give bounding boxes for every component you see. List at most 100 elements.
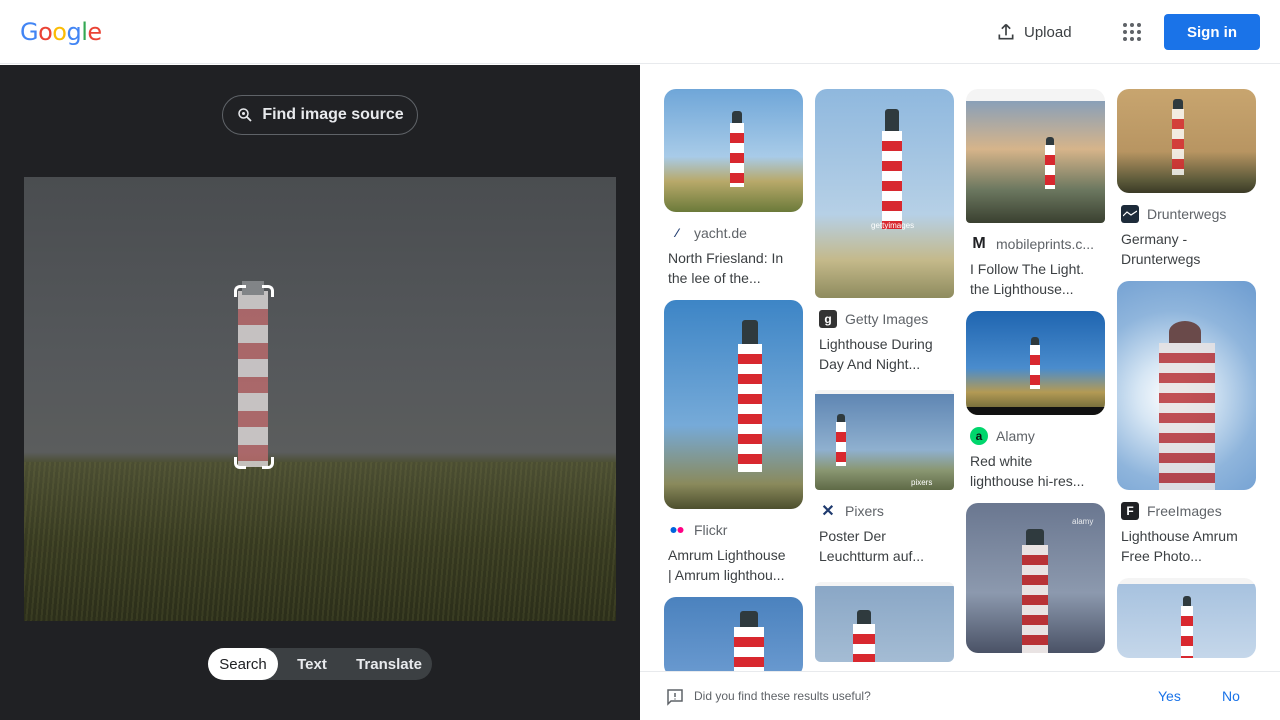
logo-letter: G <box>20 18 39 46</box>
crop-handle-top-left[interactable] <box>234 285 246 297</box>
result-thumbnail[interactable] <box>966 311 1105 415</box>
source-name: Pixers <box>845 503 884 519</box>
crop-handle-top-right[interactable] <box>262 285 274 297</box>
query-image[interactable] <box>24 177 616 621</box>
title-line: Germany - <box>1121 231 1188 247</box>
result-card[interactable]: gettyimages g Getty Images Lighthouse Du… <box>815 89 954 374</box>
title-line: the lee of the... <box>668 270 761 286</box>
source-name: Getty Images <box>845 311 929 327</box>
tab-text[interactable]: Text <box>278 648 346 680</box>
apps-grid-icon <box>1123 23 1141 41</box>
pixers-icon: ✕ <box>821 503 835 520</box>
result-card[interactable]: a Alamy Red white lighthouse hi-res... <box>966 311 1105 491</box>
result-source: ⁄ yacht.de <box>664 224 803 242</box>
source-name: Alamy <box>996 428 1035 444</box>
result-title[interactable]: Lighthouse Amrum Free Photo... <box>1117 526 1256 566</box>
result-thumbnail[interactable] <box>664 89 803 212</box>
result-card[interactable] <box>1117 578 1256 658</box>
drunterwegs-icon <box>1121 205 1139 223</box>
title-line: Drunterwegs <box>1121 251 1201 267</box>
result-thumbnail[interactable] <box>966 89 1105 223</box>
result-thumbnail[interactable] <box>815 582 954 662</box>
results-panel: ⁄ yacht.de North Friesland: In the lee o… <box>640 65 1280 671</box>
yacht-icon: ⁄ <box>675 226 678 240</box>
result-thumbnail[interactable] <box>1117 89 1256 193</box>
tab-search[interactable]: Search <box>208 648 278 680</box>
sign-in-button[interactable]: Sign in <box>1164 14 1260 50</box>
watermark: pixers <box>911 478 933 487</box>
result-card[interactable]: F FreeImages Lighthouse Amrum Free Photo… <box>1117 281 1256 566</box>
result-source: M mobileprints.c... <box>966 235 1105 253</box>
result-source: F FreeImages <box>1117 502 1256 520</box>
results-column: M mobileprints.c... I Follow The Light. … <box>966 89 1105 665</box>
alamy-icon: a <box>970 427 988 445</box>
getty-icon: g <box>819 310 837 328</box>
freeimages-icon: F <box>1121 502 1139 520</box>
lens-mode-tabs: Search Text Translate <box>208 648 432 680</box>
title-line: the Lighthouse... <box>970 281 1074 297</box>
result-card[interactable]: Flickr Amrum Lighthouse | Amrum lighthou… <box>664 300 803 585</box>
logo-letter: o <box>52 18 67 46</box>
lens-panel: Find image source Search Text Translate <box>0 65 640 720</box>
feedback-question: Did you find these results useful? <box>694 689 871 703</box>
selected-lighthouse <box>238 281 268 467</box>
result-card[interactable]: pixers ✕ Pixers Poster Der Leuchtturm au… <box>815 390 954 566</box>
result-card[interactable]: Drunterwegs Germany - Drunterwegs <box>1117 89 1256 269</box>
result-title[interactable]: Lighthouse During Day And Night... <box>815 334 954 374</box>
result-thumbnail[interactable] <box>664 597 803 671</box>
source-name: yacht.de <box>694 225 747 241</box>
source-name: Flickr <box>694 522 728 538</box>
apps-button[interactable] <box>1116 16 1148 48</box>
title-line: Amrum Lighthouse <box>668 547 786 563</box>
title-line: Leuchtturm auf... <box>819 548 925 564</box>
result-title[interactable]: Red white lighthouse hi-res... <box>966 451 1105 491</box>
find-image-source-label: Find image source <box>262 106 404 123</box>
result-title[interactable]: Poster Der Leuchtturm auf... <box>815 526 954 566</box>
watermark: alamy <box>1072 517 1094 526</box>
result-card[interactable] <box>664 597 803 671</box>
crop-handle-bottom-right[interactable] <box>262 457 274 469</box>
crop-handle-bottom-left[interactable] <box>234 457 246 469</box>
result-thumbnail[interactable] <box>1117 281 1256 490</box>
result-thumbnail[interactable] <box>1117 578 1256 658</box>
title-line: | Amrum lighthou... <box>668 567 785 583</box>
result-title[interactable]: Germany - Drunterwegs <box>1117 229 1256 269</box>
header: Google Upload Sign in <box>0 0 1280 64</box>
tab-translate[interactable]: Translate <box>346 648 432 680</box>
results-column: gettyimages g Getty Images Lighthouse Du… <box>815 89 954 671</box>
find-image-source-button[interactable]: Find image source <box>222 95 418 135</box>
result-title[interactable]: North Friesland: In the lee of the... <box>664 248 803 288</box>
logo-letter: e <box>87 18 102 46</box>
title-line: I Follow The Light. <box>970 261 1085 277</box>
feedback-icon <box>667 689 683 706</box>
result-thumbnail[interactable]: alamy <box>966 503 1105 653</box>
result-thumbnail[interactable]: gettyimages <box>815 89 954 298</box>
result-source: Drunterwegs <box>1117 205 1256 223</box>
upload-button[interactable]: Upload <box>988 14 1080 50</box>
source-name: FreeImages <box>1147 503 1222 519</box>
upload-label: Upload <box>1024 23 1072 41</box>
title-line: Poster Der <box>819 528 886 544</box>
result-card[interactable] <box>815 582 954 662</box>
title-line: Red white <box>970 453 1033 469</box>
feedback-yes-button[interactable]: Yes <box>1158 688 1181 704</box>
result-card[interactable]: ⁄ yacht.de North Friesland: In the lee o… <box>664 89 803 288</box>
title-line: lighthouse hi-res... <box>970 473 1085 489</box>
source-name: mobileprints.c... <box>996 236 1095 252</box>
results-column: Drunterwegs Germany - Drunterwegs F Free… <box>1117 89 1256 670</box>
lens-search-icon <box>238 108 252 122</box>
result-thumbnail[interactable]: pixers <box>815 390 954 490</box>
title-line: Lighthouse Amrum <box>1121 528 1238 544</box>
feedback-no-button[interactable]: No <box>1222 688 1240 704</box>
result-source: Flickr <box>664 521 803 539</box>
title-line: North Friesland: In <box>668 250 784 266</box>
result-thumbnail[interactable] <box>664 300 803 509</box>
watermark: gettyimages <box>871 221 915 230</box>
result-card[interactable]: M mobileprints.c... I Follow The Light. … <box>966 89 1105 299</box>
result-title[interactable]: Amrum Lighthouse | Amrum lighthou... <box>664 545 803 585</box>
result-card[interactable]: alamy <box>966 503 1105 653</box>
result-title[interactable]: I Follow The Light. the Lighthouse... <box>966 259 1105 299</box>
result-source: g Getty Images <box>815 310 954 328</box>
title-line: Day And Night... <box>819 356 921 372</box>
google-logo[interactable]: Google <box>20 18 102 46</box>
